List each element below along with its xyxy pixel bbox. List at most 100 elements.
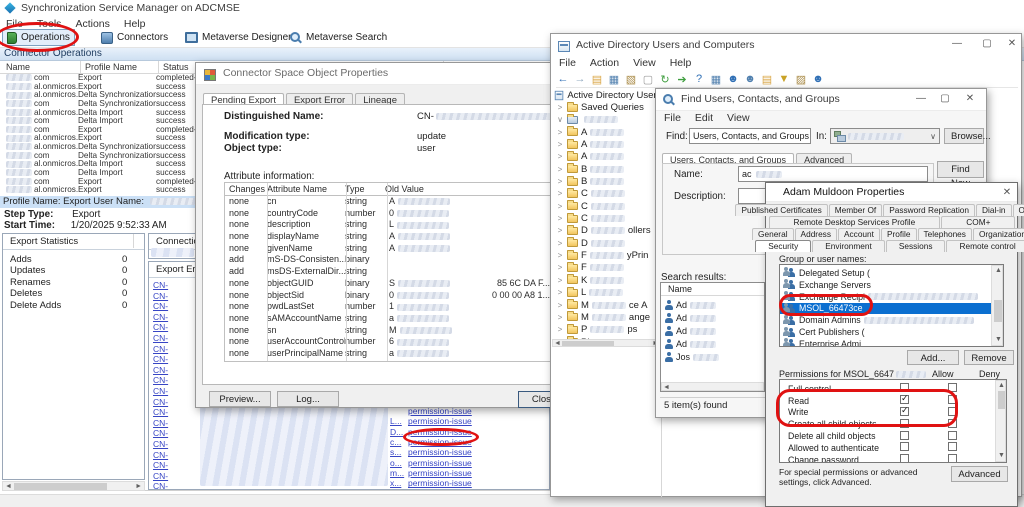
- stats-h-scrollbar[interactable]: ◄ ►: [2, 481, 145, 491]
- metaverse-search-button[interactable]: Metaverse Search: [284, 29, 392, 46]
- toolbar-icon[interactable]: ↻: [658, 73, 672, 86]
- tree-h-scrollbar[interactable]: ◄ ►: [552, 339, 661, 347]
- remove-button[interactable]: Remove: [964, 350, 1014, 365]
- tab[interactable]: Published Certificates: [735, 204, 827, 216]
- tab[interactable]: Account: [838, 228, 880, 240]
- add-button[interactable]: Add...: [907, 350, 959, 365]
- toolbar-icon[interactable]: →: [573, 73, 587, 85]
- tree-item[interactable]: > D: [552, 237, 661, 249]
- expander-icon[interactable]: >: [556, 177, 564, 186]
- tree-item[interactable]: > B: [552, 175, 661, 187]
- tree-item[interactable]: > M ange: [552, 311, 661, 323]
- deny-checkbox[interactable]: [948, 442, 957, 451]
- menu-item[interactable]: View: [627, 56, 664, 71]
- toolbar-icon[interactable]: ▧: [624, 73, 638, 86]
- tree-item[interactable]: > C: [552, 200, 661, 212]
- tab[interactable]: Remote Desktop Services Profile: [769, 216, 941, 228]
- groups-v-scrollbar[interactable]: ▲ ▼: [991, 265, 1003, 346]
- expander-icon[interactable]: >: [556, 165, 564, 174]
- tree-item[interactable]: > A: [552, 126, 661, 138]
- permission-issue-link[interactable]: permission-issue: [408, 416, 472, 426]
- expander-icon[interactable]: >: [556, 202, 564, 211]
- allow-checkbox[interactable]: [900, 431, 909, 440]
- expander-icon[interactable]: >: [556, 325, 564, 334]
- expander-icon[interactable]: >: [556, 103, 564, 112]
- expander-icon[interactable]: >: [556, 276, 564, 285]
- menu-item[interactable]: Action: [584, 56, 627, 71]
- expander-icon[interactable]: >: [556, 214, 564, 223]
- advanced-button[interactable]: Advanced: [951, 466, 1008, 482]
- error-object-link[interactable]: D...: [390, 427, 404, 437]
- metaverse-designer-button[interactable]: Metaverse Designer: [180, 29, 296, 46]
- result-row[interactable]: Ad: [661, 312, 764, 325]
- group-list-item[interactable]: Exchange Recipi: [780, 291, 992, 303]
- close-button[interactable]: ✕: [1002, 34, 1022, 54]
- expander-icon[interactable]: >: [556, 189, 564, 198]
- error-object-link[interactable]: L...: [390, 416, 404, 426]
- result-row[interactable]: Jos: [661, 351, 764, 364]
- error-object-link[interactable]: o...: [390, 458, 404, 468]
- close-button[interactable]: ✕: [997, 183, 1017, 202]
- menu-item[interactable]: View: [721, 111, 758, 126]
- in-select[interactable]: ∨: [830, 128, 940, 144]
- toolbar-icon[interactable]: ☻: [726, 73, 740, 85]
- find-type-select[interactable]: Users, Contacts, and Groups∨: [689, 128, 811, 144]
- tree-item[interactable]: > Saved Queries: [552, 101, 661, 113]
- group-list-item[interactable]: Cert Publishers (: [780, 326, 992, 338]
- minimize-button[interactable]: —: [910, 89, 932, 109]
- error-object-link[interactable]: s...: [390, 447, 404, 457]
- operations-button[interactable]: Operations: [2, 29, 75, 46]
- connectors-button[interactable]: Connectors: [96, 29, 173, 46]
- error-object-link[interactable]: m...: [390, 468, 404, 478]
- deny-checkbox[interactable]: [948, 383, 957, 392]
- expander-icon[interactable]: ∨: [556, 115, 564, 124]
- menu-item[interactable]: Help: [664, 56, 700, 71]
- tab[interactable]: Object: [1013, 204, 1024, 216]
- tab[interactable]: Profile: [881, 228, 917, 240]
- toolbar-icon[interactable]: ☻: [811, 73, 825, 85]
- toolbar-icon[interactable]: ▨: [794, 73, 808, 86]
- expander-icon[interactable]: >: [556, 288, 564, 297]
- result-row[interactable]: Ad: [661, 325, 764, 338]
- find-titlebar[interactable]: Find Users, Contacts, and Groups — ▢ ✕: [656, 89, 986, 111]
- deny-checkbox[interactable]: [948, 407, 957, 416]
- tree-item[interactable]: > A: [552, 151, 661, 163]
- tree-item[interactable]: > M ce A: [552, 299, 661, 311]
- tab[interactable]: COM+: [941, 216, 1015, 228]
- allow-checkbox[interactable]: [900, 419, 909, 428]
- toolbar-icon[interactable]: ▤: [760, 73, 774, 86]
- results-column-header[interactable]: Name: [661, 283, 764, 296]
- group-list-item[interactable]: Enterprise Admi: [780, 338, 992, 347]
- find-now-button[interactable]: Find Now: [937, 161, 984, 178]
- tree-item[interactable]: > L: [552, 287, 661, 299]
- name-input[interactable]: ac: [738, 166, 928, 182]
- column-header-name[interactable]: Name: [6, 62, 30, 72]
- log-button[interactable]: Log...: [277, 391, 339, 407]
- aduc-titlebar[interactable]: Active Directory Users and Computers — ▢…: [551, 34, 1021, 56]
- maximize-button[interactable]: ▢: [934, 89, 956, 109]
- properties-titlebar[interactable]: Adam Muldoon Properties ✕: [766, 183, 1017, 202]
- expander-icon[interactable]: >: [556, 301, 564, 310]
- tree-item[interactable]: > C: [552, 212, 661, 224]
- permission-issue-link[interactable]: permission-issue: [408, 468, 472, 478]
- allow-checkbox[interactable]: [900, 407, 909, 416]
- allow-checkbox[interactable]: [900, 454, 909, 463]
- tab[interactable]: Sessions: [886, 240, 946, 252]
- column-header-status[interactable]: Status: [163, 62, 189, 72]
- error-object-link[interactable]: x...: [390, 478, 404, 488]
- tree-item[interactable]: ∨: [552, 114, 661, 126]
- group-list-item[interactable]: Domain Admins: [780, 314, 992, 326]
- deny-checkbox[interactable]: [948, 395, 957, 404]
- column-header-profile[interactable]: Profile Name: [85, 62, 137, 72]
- tree-item[interactable]: > C: [552, 188, 661, 200]
- allow-checkbox[interactable]: [900, 442, 909, 451]
- group-list-item[interactable]: Delegated Setup (: [780, 267, 992, 279]
- tree-item[interactable]: > A: [552, 138, 661, 150]
- permission-issue-link[interactable]: permission-issue: [408, 437, 472, 447]
- expander-icon[interactable]: >: [556, 226, 564, 235]
- tree-item[interactable]: > P ps: [552, 324, 661, 336]
- toolbar-icon[interactable]: ☻: [743, 73, 757, 85]
- menu-item[interactable]: File: [553, 56, 584, 71]
- toolbar-icon[interactable]: ▢: [641, 73, 655, 86]
- results-h-scrollbar[interactable]: ◄: [661, 382, 764, 391]
